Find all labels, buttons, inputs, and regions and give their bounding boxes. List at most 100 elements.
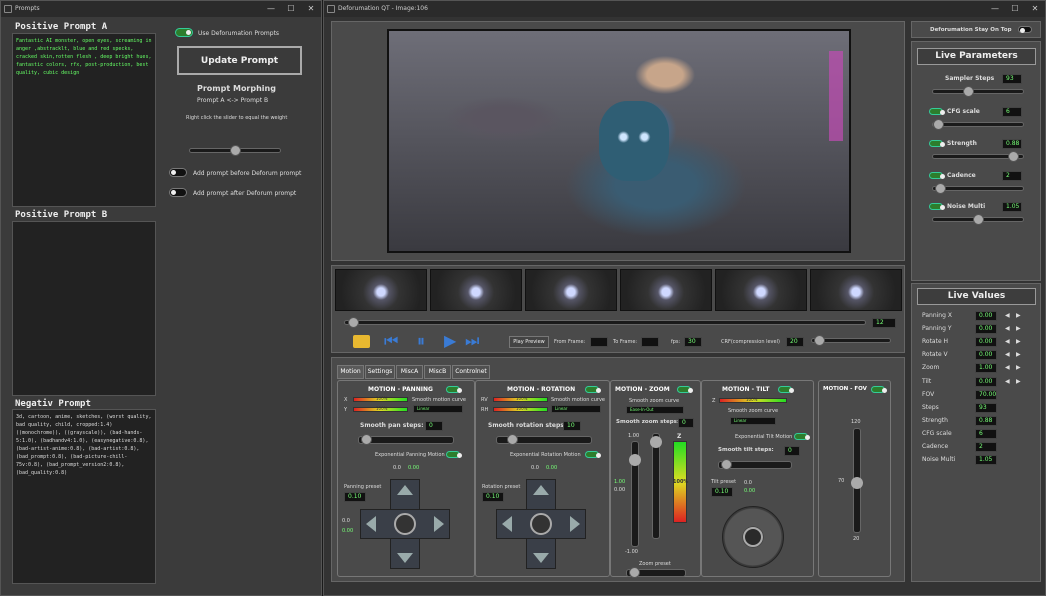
tab-motion[interactable]: Motion xyxy=(337,365,364,379)
play-icon[interactable]: ▶ xyxy=(444,331,456,350)
pan-curve-select[interactable]: Linear xyxy=(413,405,463,413)
slider-handle[interactable] xyxy=(851,477,863,489)
pause-icon[interactable]: ⏸ xyxy=(417,331,425,351)
slider-handle[interactable] xyxy=(721,459,732,470)
arrow-right-icon[interactable]: ▶ xyxy=(1016,338,1021,345)
dpad-center-button[interactable] xyxy=(394,513,416,535)
rot-steps-input[interactable]: 10 xyxy=(563,421,581,431)
param-value[interactable]: 0.88 xyxy=(1002,139,1022,149)
exp-tilt-toggle[interactable] xyxy=(794,433,810,440)
stay-on-top-toggle[interactable] xyxy=(1018,26,1032,33)
tilt-curve-select[interactable]: Linear xyxy=(730,417,776,425)
film-frame-4[interactable] xyxy=(620,269,712,311)
zoom-steps-input[interactable]: 0 xyxy=(678,418,694,428)
slider-handle[interactable] xyxy=(814,335,825,346)
arrow-right-icon[interactable]: ▶ xyxy=(1016,378,1021,385)
maximize-button[interactable]: ☐ xyxy=(281,1,301,17)
slider-handle[interactable] xyxy=(230,145,241,156)
zoom-secondary-slider[interactable] xyxy=(650,433,662,539)
arrow-down-icon[interactable] xyxy=(533,553,549,563)
param-value[interactable]: 1.05 xyxy=(1002,202,1022,212)
fov-slider-track[interactable] xyxy=(851,428,863,533)
arrow-left-icon[interactable]: ◀ xyxy=(1005,378,1010,385)
crf-input[interactable]: 20 xyxy=(786,337,804,347)
slider-handle[interactable] xyxy=(361,434,372,445)
arrow-right-icon[interactable] xyxy=(570,516,580,532)
minimize-button[interactable]: — xyxy=(985,1,1005,17)
slider-handle[interactable] xyxy=(507,434,518,445)
tab-settings[interactable]: Settings xyxy=(365,365,395,379)
tilt-steps-slider[interactable] xyxy=(718,459,792,470)
arrow-right-icon[interactable]: ▶ xyxy=(1016,325,1021,332)
tilt-preset-input[interactable]: 0.10 xyxy=(711,487,733,497)
to-frame-input[interactable] xyxy=(641,337,659,347)
slider-handle[interactable] xyxy=(1008,151,1019,162)
slider-handle[interactable] xyxy=(935,183,946,194)
arrow-right-icon[interactable]: ▶ xyxy=(1016,351,1021,358)
arrow-right-icon[interactable]: ▶ xyxy=(1016,312,1021,319)
add-before-toggle[interactable] xyxy=(169,168,187,177)
from-frame-input[interactable] xyxy=(590,337,608,347)
arrow-left-icon[interactable]: ◀ xyxy=(1005,338,1010,345)
tilt-dial[interactable] xyxy=(722,506,784,568)
crf-slider[interactable] xyxy=(811,335,891,346)
dial-center-button[interactable] xyxy=(743,527,763,547)
film-frame-3[interactable] xyxy=(525,269,617,311)
exp-panning-toggle[interactable] xyxy=(446,451,462,458)
folder-icon[interactable] xyxy=(353,335,370,348)
param-value[interactable]: 6 xyxy=(1002,107,1022,117)
play-preview-button[interactable]: Play Preview xyxy=(509,336,549,348)
tab-misca[interactable]: MiscA xyxy=(396,365,423,379)
pan-steps-slider[interactable] xyxy=(358,434,454,445)
rot-curve-select[interactable]: Linear xyxy=(551,405,601,413)
close-button[interactable]: ✕ xyxy=(301,1,321,17)
tilt-enable-toggle[interactable] xyxy=(778,386,794,393)
param-toggle[interactable] xyxy=(929,108,945,115)
param-slider[interactable] xyxy=(932,183,1024,194)
arrow-up-icon[interactable] xyxy=(397,485,413,495)
slider-handle[interactable] xyxy=(629,567,640,578)
negative-prompt-textarea[interactable]: 3d, cartoon, anime, sketches, (worst qua… xyxy=(12,409,156,584)
zoom-slider-track[interactable] xyxy=(629,441,641,547)
update-prompt-button[interactable]: Update Prompt xyxy=(177,46,302,75)
slider-handle[interactable] xyxy=(348,317,359,328)
rot-steps-slider[interactable] xyxy=(496,434,592,445)
arrow-down-icon[interactable] xyxy=(397,553,413,563)
arrow-left-icon[interactable]: ◀ xyxy=(1005,364,1010,371)
film-frame-1[interactable] xyxy=(335,269,427,311)
param-toggle[interactable] xyxy=(929,172,945,179)
fov-enable-toggle[interactable] xyxy=(871,386,887,393)
slider-handle[interactable] xyxy=(650,436,662,448)
param-slider[interactable] xyxy=(932,214,1024,225)
zoom-preset-slider[interactable] xyxy=(626,567,686,578)
close-button[interactable]: ✕ xyxy=(1025,1,1045,17)
zoom-enable-toggle[interactable] xyxy=(677,386,693,393)
arrow-up-icon[interactable] xyxy=(533,485,549,495)
slider-handle[interactable] xyxy=(973,214,984,225)
arrow-left-icon[interactable] xyxy=(366,516,376,532)
minimize-button[interactable]: — xyxy=(261,1,281,17)
rotation-dpad[interactable] xyxy=(496,479,586,569)
arrow-right-icon[interactable]: ▶ xyxy=(1016,364,1021,371)
zoom-curve-select[interactable]: Ease-In-Out xyxy=(626,406,684,414)
skip-forward-icon[interactable]: ⏭ xyxy=(465,331,479,351)
film-frame-6[interactable] xyxy=(810,269,902,311)
param-value[interactable]: 2 xyxy=(1002,171,1022,181)
panning-dpad[interactable] xyxy=(360,479,450,569)
param-value[interactable]: 93 xyxy=(1002,74,1022,84)
tab-miscb[interactable]: MiscB xyxy=(424,365,451,379)
tab-controlnet[interactable]: Controlnet xyxy=(452,365,490,379)
slider-handle[interactable] xyxy=(963,86,974,97)
param-toggle[interactable] xyxy=(929,140,945,147)
tilt-steps-input[interactable]: 0 xyxy=(784,446,800,456)
arrow-left-icon[interactable]: ◀ xyxy=(1005,325,1010,332)
rotation-enable-toggle[interactable] xyxy=(585,386,601,393)
param-slider[interactable] xyxy=(932,119,1024,130)
slider-handle[interactable] xyxy=(629,454,641,466)
dpad-center-button[interactable] xyxy=(530,513,552,535)
frame-slider[interactable] xyxy=(344,317,866,328)
slider-handle[interactable] xyxy=(933,119,944,130)
film-frame-2[interactable] xyxy=(430,269,522,311)
exp-rotation-toggle[interactable] xyxy=(585,451,601,458)
param-slider[interactable] xyxy=(932,151,1024,162)
